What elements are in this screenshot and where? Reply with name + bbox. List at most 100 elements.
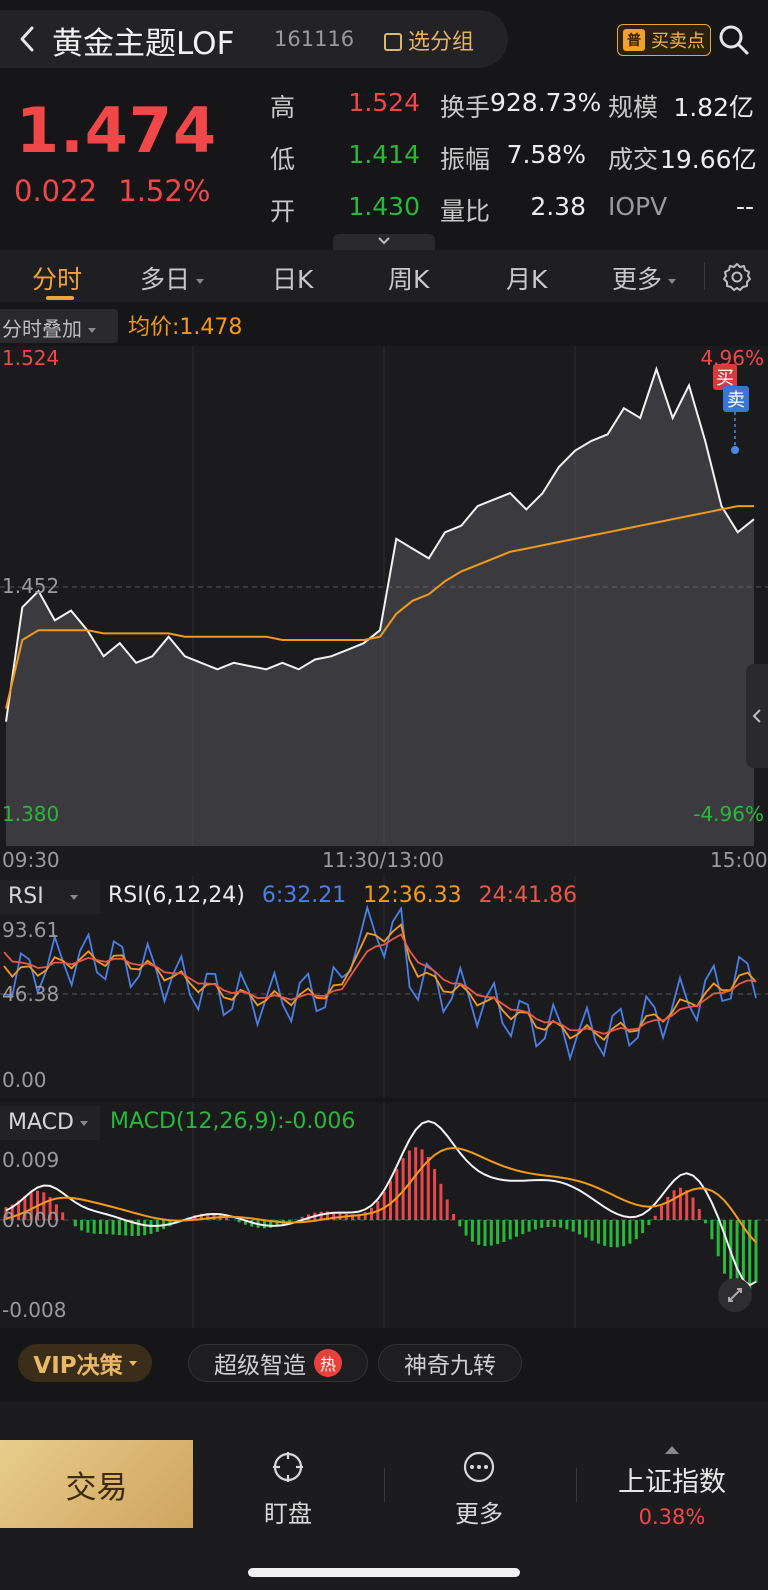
amplitude-value: 7.58%	[506, 140, 586, 169]
macd-bar	[124, 1220, 128, 1236]
scale-label: 规模	[608, 93, 659, 122]
macd-bar	[540, 1220, 544, 1228]
more-button[interactable]: 更多	[384, 1450, 574, 1529]
rsi-chart-svg	[0, 876, 768, 1098]
macd-bar	[754, 1220, 758, 1283]
intraday-chart[interactable]: 买 卖 1.524 1.452 1.380 4.96% -4.96%	[0, 346, 768, 846]
macd-bar	[716, 1220, 720, 1257]
super-build-chip[interactable]: 超级智造热	[188, 1344, 368, 1382]
macd-bar	[603, 1220, 607, 1246]
macd-bar	[672, 1190, 676, 1220]
macd-bar	[691, 1197, 695, 1220]
y-axis-pct-high: 4.96%	[700, 346, 764, 370]
search-icon[interactable]	[718, 24, 750, 56]
buy-sell-point-button[interactable]: 普 买卖点	[617, 24, 711, 56]
macd-bar	[546, 1220, 550, 1227]
caret-down-icon	[88, 328, 96, 333]
sell-marker-label: 卖	[727, 390, 745, 411]
side-panel-toggle[interactable]	[746, 664, 768, 768]
macd-bar	[521, 1220, 525, 1235]
macd-bar	[596, 1220, 600, 1244]
gear-icon[interactable]	[722, 262, 752, 292]
macd-bar	[622, 1220, 626, 1247]
rsi-panel[interactable]: RSI RSI(6,12,24) 6:32.21 12:36.33 24:41.…	[0, 876, 768, 1098]
macd-bar	[628, 1220, 632, 1244]
active-tab-indicator	[46, 296, 74, 300]
tab-daily-k[interactable]: 日K	[272, 260, 313, 296]
macd-bar	[515, 1220, 518, 1237]
macd-bar	[489, 1220, 493, 1246]
rsi-y-top: 93.61	[2, 918, 60, 942]
macd-bar	[660, 1205, 663, 1220]
buy-marker-label: 买	[716, 368, 734, 389]
buy-sell-point-label: 买卖点	[651, 31, 705, 52]
tab-more[interactable]: 更多	[612, 260, 677, 296]
tab-divider	[704, 262, 705, 290]
expand-quote-toggle[interactable]	[333, 234, 435, 250]
tab-weekly-k[interactable]: 周K	[388, 260, 429, 296]
macd-y-mid: 0.000	[2, 1208, 60, 1232]
macd-bar	[237, 1220, 241, 1223]
amplitude-label: 振幅	[440, 145, 491, 174]
macd-bar	[61, 1212, 65, 1220]
y-axis-high: 1.524	[2, 346, 60, 370]
macd-bar	[634, 1220, 638, 1240]
back-icon[interactable]	[14, 22, 42, 56]
time-midday: 11:30/13:00	[322, 848, 445, 872]
tab-intraday[interactable]: 分时	[32, 260, 82, 296]
caret-down-icon	[79, 1120, 88, 1126]
macd-bar	[571, 1220, 575, 1232]
volume-ratio-label: 量比	[440, 197, 491, 226]
macd-bar	[641, 1220, 645, 1234]
macd-bar	[647, 1220, 651, 1226]
dif-line	[5, 1120, 757, 1287]
macd-bar	[483, 1220, 487, 1247]
intraday-chart-svg: 买 卖	[0, 346, 768, 846]
caret-down-icon	[69, 894, 78, 900]
intraday-overlay-dropdown[interactable]: 分时叠加	[0, 309, 118, 343]
target-icon	[273, 1452, 303, 1482]
fullscreen-icon[interactable]	[718, 1278, 752, 1312]
caret-down-icon	[668, 278, 677, 284]
rsi-indicator-dropdown[interactable]: RSI	[0, 880, 100, 914]
time-axis: 09:30 11:30/13:00 15:00	[0, 846, 768, 876]
macd-bar	[527, 1220, 531, 1232]
tab-multi-day[interactable]: 多日	[140, 260, 205, 296]
tab-monthly-k[interactable]: 月K	[506, 260, 547, 296]
macd-bar	[458, 1220, 462, 1227]
macd-bar	[111, 1220, 115, 1235]
macd-panel[interactable]: MACD MACD(12,26,9):-0.006 0.009 0.000 -0…	[0, 1102, 768, 1328]
caret-down-icon	[128, 1360, 137, 1366]
macd-bar	[565, 1220, 569, 1230]
macd-histogram	[4, 1147, 758, 1306]
rsi24-value: 24:41.86	[478, 883, 578, 908]
turnover-label: 换手	[440, 93, 491, 122]
macd-bar	[704, 1220, 708, 1224]
trade-button[interactable]: 交易	[0, 1440, 193, 1528]
y-axis-low: 1.380	[2, 802, 60, 826]
more-dots-icon	[463, 1451, 495, 1483]
magic-nine-chip[interactable]: 神奇九转	[378, 1344, 522, 1382]
amount-value: 19.66亿	[660, 145, 757, 174]
macd-bar	[445, 1199, 449, 1220]
macd-bar	[508, 1220, 512, 1240]
open-label: 开	[270, 197, 296, 226]
open-value: 1.430	[348, 192, 420, 221]
time-start: 09:30	[2, 848, 60, 872]
amount-label: 成交	[608, 145, 659, 174]
select-group-button[interactable]: 选分组	[384, 24, 474, 56]
macd-value: MACD(12,26,9):-0.006	[110, 1109, 356, 1134]
macd-y-top: 0.009	[2, 1148, 60, 1172]
macd-bar	[578, 1220, 581, 1235]
macd-indicator-dropdown[interactable]: MACD	[0, 1106, 100, 1140]
watch-button[interactable]: 盯盘	[193, 1450, 383, 1529]
decision-tools-bar: VIP决策 超级智造热 神奇九转	[0, 1334, 768, 1398]
macd-bar	[615, 1220, 619, 1248]
index-change: 0.38%	[638, 1505, 706, 1529]
vip-decision-chip[interactable]: VIP决策	[18, 1344, 152, 1382]
macd-bar	[609, 1220, 613, 1248]
average-price: 均价:1.478	[128, 315, 243, 340]
chevron-up-icon	[665, 1446, 679, 1454]
index-ticker[interactable]: 上证指数 0.38%	[576, 1446, 768, 1529]
super-build-label: 超级智造	[214, 1353, 306, 1379]
